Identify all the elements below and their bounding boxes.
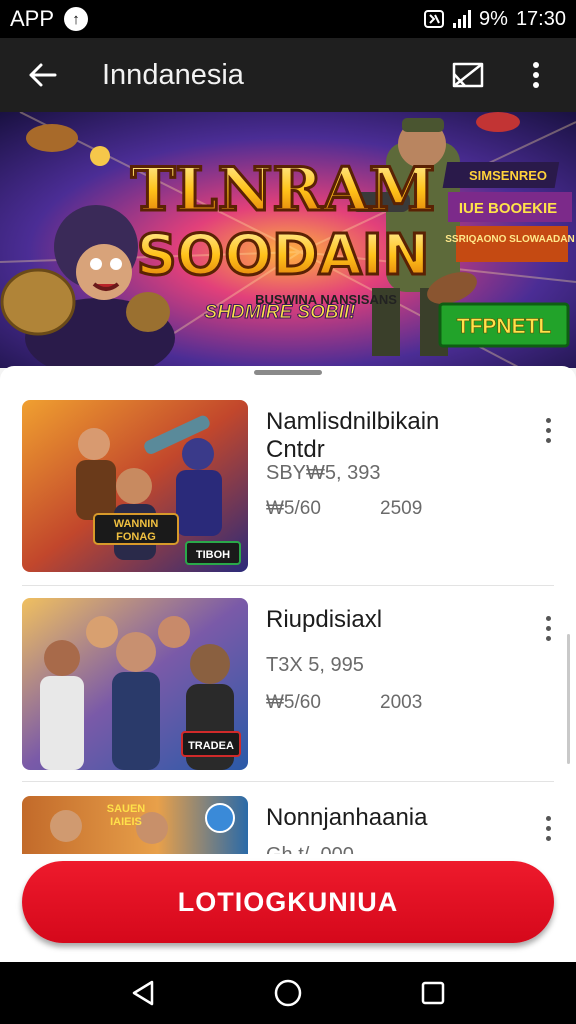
- item-menu-button[interactable]: [534, 608, 562, 648]
- game-name: Namlisdnilbikain: [266, 408, 440, 435]
- item-menu-button[interactable]: [534, 410, 562, 450]
- game-stat-b: 2003: [380, 692, 423, 713]
- system-nav-bar: [0, 962, 576, 1024]
- status-time: 17:30: [515, 7, 566, 30]
- nav-home-icon: [274, 979, 302, 1007]
- game-name: Riupdisiaxl: [266, 606, 383, 633]
- app-bar: Inndanesia: [0, 38, 576, 112]
- drag-handle[interactable]: [254, 370, 322, 375]
- back-arrow-icon: [29, 63, 57, 87]
- cta-container: LOTIOGKUNIUA: [0, 854, 576, 962]
- game-stat-a: ₩5/60: [266, 498, 321, 519]
- banner-artwork: TLNRAM SOODAIN BUSWINA NANSISANS SHDMIRE…: [0, 112, 576, 368]
- primary-cta-button[interactable]: LOTIOGKUNIUA: [22, 861, 554, 943]
- signal-icon: [453, 10, 472, 28]
- nav-recents-button[interactable]: [413, 973, 453, 1013]
- banner-title-line2: SOODAIN: [136, 223, 429, 288]
- divider: [22, 585, 554, 586]
- thumb-badge: TRADEA: [188, 740, 234, 752]
- battery-percent: 9%: [479, 7, 508, 30]
- thumb-logo-top: WANNIN: [114, 518, 159, 530]
- banner-side-tag1: SIMSENREO: [469, 168, 547, 183]
- game-price: T3X 5, 995: [266, 654, 364, 676]
- thumb-logo-bottom: IAIEIS: [110, 816, 142, 828]
- game-thumbnail: WANNIN FONAG TIBOH: [22, 400, 248, 572]
- scrollbar[interactable]: [567, 634, 570, 764]
- thumb-logo-top: SAUEN: [107, 803, 146, 815]
- nfc-icon: [424, 10, 445, 28]
- list-item[interactable]: WANNIN FONAG TIBOH Namlisdnilbikain Cntd…: [22, 400, 551, 576]
- game-subname: Cntdr: [266, 436, 325, 463]
- game-stat-b: 2509: [380, 498, 423, 519]
- banner-side-tag3: SSRIQAONO SLOWAADAN: [445, 234, 574, 245]
- banner-side-tag2: IUE BOOEKIE: [459, 200, 557, 217]
- nav-back-button[interactable]: [123, 973, 163, 1013]
- status-bar: APP ↑ 9% 17:30: [0, 0, 576, 38]
- app-notification-icon: ↑: [64, 7, 89, 31]
- divider: [22, 781, 554, 782]
- overflow-menu-button[interactable]: [516, 55, 556, 95]
- game-thumbnail: TRADEA: [22, 598, 248, 770]
- status-app-label: APP: [10, 6, 55, 31]
- game-price: SBY₩5, 393: [266, 462, 381, 484]
- page-title: Inndanesia: [102, 58, 244, 91]
- nav-back-icon: [132, 980, 153, 1006]
- thumb-badge: TIBOH: [196, 549, 230, 561]
- nav-recents-icon: [422, 981, 445, 1005]
- more-vert-icon: [533, 62, 539, 88]
- thumb-logo-bottom: FONAG: [116, 531, 156, 543]
- banner-tagline2: SHDMIRE SOBII!: [205, 302, 356, 323]
- nav-home-button[interactable]: [268, 973, 308, 1013]
- cast-icon: [452, 62, 484, 88]
- cast-button[interactable]: [448, 55, 488, 95]
- banner-cta-badge: TFPNETL: [457, 315, 552, 338]
- game-name: Nonnjanhaania: [266, 804, 428, 831]
- banner-title-line1: TLNRAM: [131, 155, 436, 225]
- hero-banner[interactable]: TLNRAM SOODAIN BUSWINA NANSISANS SHDMIRE…: [0, 112, 576, 368]
- back-button[interactable]: [20, 53, 64, 97]
- list-item[interactable]: TRADEA Riupdisiaxl T3X 5, 995 ₩5/60 2003: [22, 598, 551, 774]
- item-menu-button[interactable]: [534, 808, 562, 848]
- game-stat-a: ₩5/60: [266, 692, 321, 713]
